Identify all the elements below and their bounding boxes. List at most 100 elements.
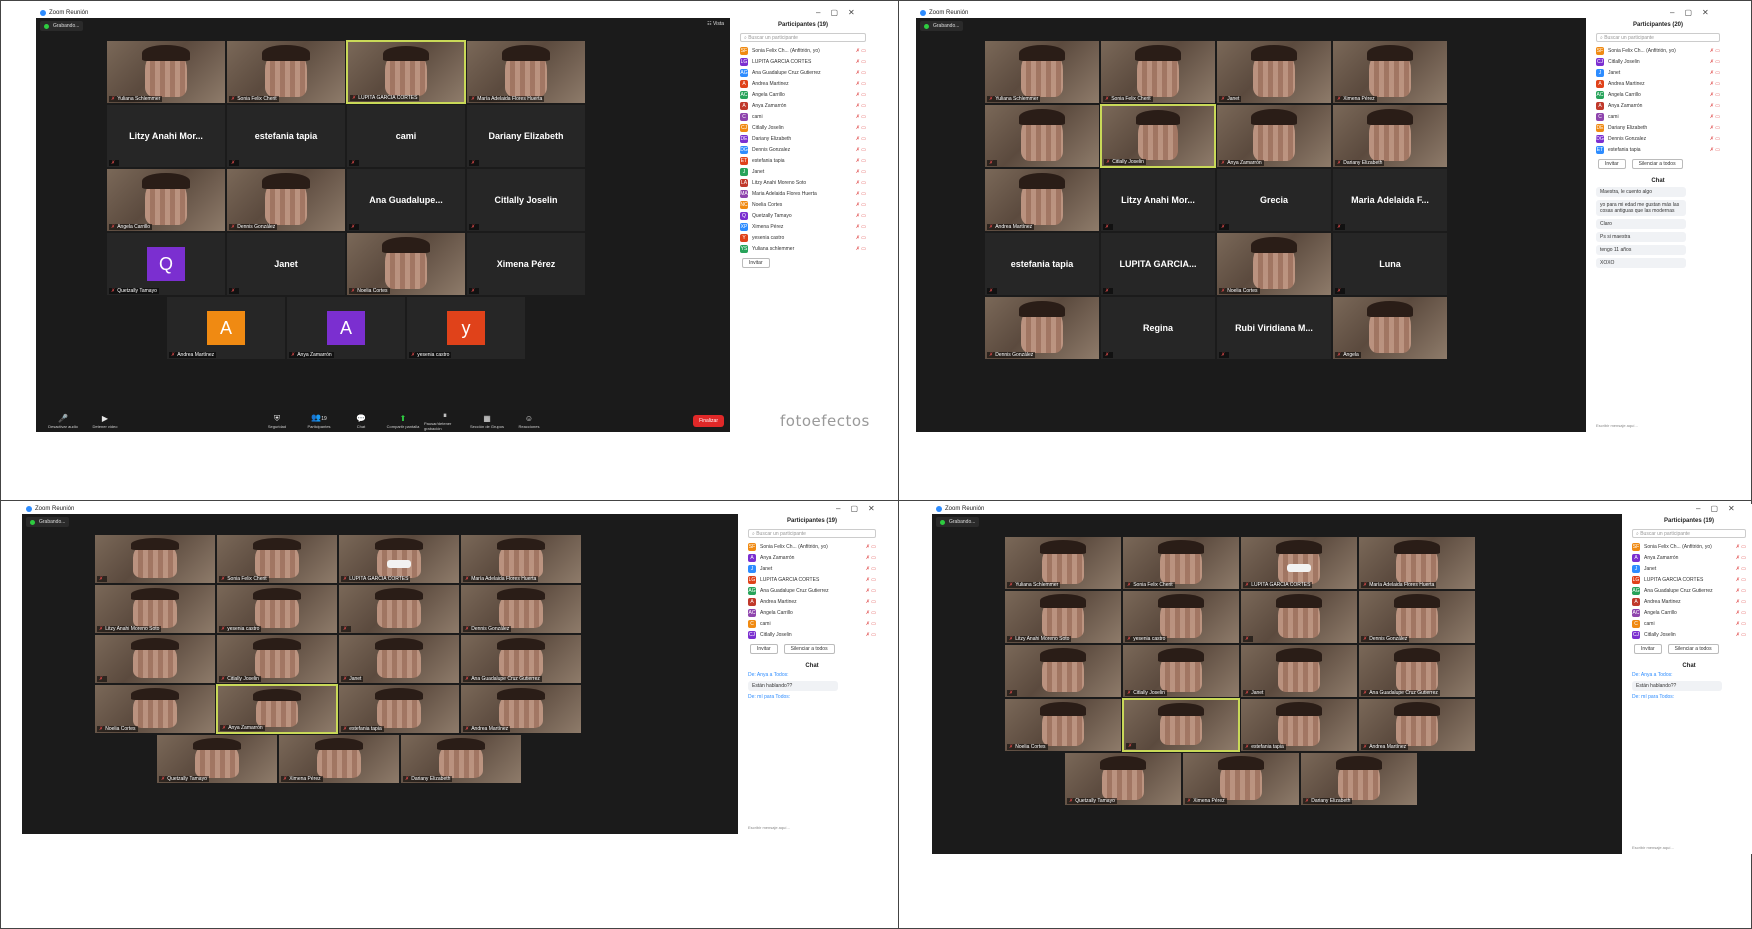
video-tile[interactable]: ✗ Dariany Elizabeth [1300,752,1418,806]
participant-search-input[interactable]: ⌕ Buscar un participante [748,529,876,538]
video-tile[interactable]: ✗ Ximena Pérez [278,734,400,784]
video-tile[interactable]: ✗ LUPITA GARCIA CORTES [338,534,460,584]
video-tile[interactable]: ✗ Citlally Joselin [1100,104,1216,168]
participant-row[interactable]: DE Dariany Elizabeth ✗ ▭ [1590,122,1726,133]
video-tile[interactable]: ✗ Andrea Martínez [984,168,1100,232]
video-tile[interactable]: ✗ María Adelaida Flores Huerta [460,534,582,584]
video-tile[interactable]: LUPITA GARCIA... ✗ [1100,232,1216,296]
video-tile[interactable]: Citlally Joselin ✗ [466,168,586,232]
participant-row[interactable]: XP Ximena Pérez ✗ ▭ [734,221,872,232]
video-tile[interactable]: ✗ Dariany Elizabeth [400,734,522,784]
muted-mic-icon[interactable]: ✗ ▭ [1736,555,1746,561]
participant-row[interactable]: YS Yuliana schlemmer ✗ ▭ [734,243,872,254]
video-tile[interactable]: ✗ Sonia Felix Cherit [1100,40,1216,104]
muted-mic-icon[interactable]: ✗ ▭ [1736,566,1746,572]
video-tile[interactable]: ✗ Dennis González [1358,590,1476,644]
video-tile[interactable]: ✗ LUPITA GARCIA CORTES [1240,536,1358,590]
video-tile[interactable]: cami ✗ [346,104,466,168]
video-tile[interactable]: ✗ Noelia Cortes [94,684,216,734]
participant-row[interactable]: ET estefania tapia ✗ ▭ [734,155,872,166]
video-tile[interactable]: ✗ Angela Carrillo [106,168,226,232]
participant-search-input[interactable]: ⌕ Buscar un participante [740,33,866,42]
security-button[interactable]: ⛨ Seguridad [256,414,298,429]
muted-mic-icon[interactable]: ✗ ▭ [856,224,866,230]
muted-mic-icon[interactable]: ✗ ▭ [1736,621,1746,627]
muted-mic-icon[interactable]: ✗ ▭ [866,577,876,583]
record-button[interactable]: ⏸ Pausar/detener grabación [424,411,466,431]
muted-mic-icon[interactable]: ✗ ▭ [866,566,876,572]
muted-mic-icon[interactable]: ✗ ▭ [1736,577,1746,583]
video-tile[interactable]: ✗ Quetzally Tamayo [156,734,278,784]
muted-mic-icon[interactable]: ✗ ▭ [1710,48,1720,54]
video-tile[interactable]: y ✗ yesenia castro [406,296,526,360]
video-tile[interactable]: A ✗ Andrea Martínez [166,296,286,360]
participant-row[interactable]: DG Dennis Gonzalez ✗ ▭ [734,144,872,155]
participant-row[interactable]: DE Dariany Elizabeth ✗ ▭ [734,133,872,144]
video-tile[interactable]: ✗ Noelia Cortes [1216,232,1332,296]
participant-row[interactable]: SF Sonia Felix Ch... (Anfitrión, yo) ✗ ▭ [1626,541,1752,552]
muted-mic-icon[interactable]: ✗ ▭ [856,59,866,65]
participant-row[interactable]: AC Angela Carrillo ✗ ▭ [734,89,872,100]
muted-mic-icon[interactable]: ✗ ▭ [856,246,866,252]
muted-mic-icon[interactable]: ✗ ▭ [866,610,876,616]
muted-mic-icon[interactable]: ✗ ▭ [856,191,866,197]
end-meeting-button[interactable]: Finalizar [693,415,724,427]
muted-mic-icon[interactable]: ✗ ▭ [856,103,866,109]
video-tile[interactable]: ✗ Janet [1240,644,1358,698]
muted-mic-icon[interactable]: ✗ ▭ [856,70,866,76]
video-tile[interactable]: ✗ Anya Zamarrón [1216,104,1332,168]
mute-all-button[interactable]: Silenciar a todos [783,644,835,654]
muted-mic-icon[interactable]: ✗ ▭ [856,125,866,131]
video-tile[interactable]: ✗ [94,534,216,584]
participant-search-input[interactable]: ⌕ Buscar un participante [1632,529,1746,538]
participant-row[interactable]: J Janet ✗ ▭ [742,563,882,574]
video-tile[interactable]: ✗ María Adelaida Flores Huerta [466,40,586,104]
participant-row[interactable]: SF Sonia Felix Ch... (Anfitrión, yo) ✗ ▭ [734,45,872,56]
muted-mic-icon[interactable]: ✗ ▭ [866,621,876,627]
muted-mic-icon[interactable]: ✗ ▭ [856,92,866,98]
video-tile[interactable]: Dariany Elizabeth ✗ [466,104,586,168]
muted-mic-icon[interactable]: ✗ ▭ [856,202,866,208]
participant-row[interactable]: J Janet ✗ ▭ [1590,67,1726,78]
video-tile[interactable]: ✗ Citlally Joselin [216,634,338,684]
muted-mic-icon[interactable]: ✗ ▭ [856,158,866,164]
video-tile[interactable]: ✗ [1122,698,1240,752]
muted-mic-icon[interactable]: ✗ ▭ [856,81,866,87]
reactions-button[interactable]: ☺ Reacciones [508,414,550,429]
muted-mic-icon[interactable]: ✗ ▭ [1736,632,1746,638]
participant-row[interactable]: J Janet ✗ ▭ [1626,563,1752,574]
video-tile[interactable]: ✗ LUPITA GARCIA CORTES [346,40,466,104]
video-tile[interactable]: Regina ✗ [1100,296,1216,360]
video-tile[interactable]: ✗ Dariany Elizabeth [1332,104,1448,168]
participant-row[interactable]: SF Sonia Felix Ch... (Anfitrión, yo) ✗ ▭ [1590,45,1726,56]
video-tile[interactable]: Litzy Anahi Mor... ✗ [1100,168,1216,232]
video-tile[interactable]: ✗ yesenia castro [1122,590,1240,644]
participant-row[interactable]: A Anya Zamarrón ✗ ▭ [742,552,882,563]
video-tile[interactable]: ✗ Noelia Cortes [346,232,466,296]
participant-row[interactable]: LG LUPITA GARCIA CORTES ✗ ▭ [734,56,872,67]
muted-mic-icon[interactable]: ✗ ▭ [856,136,866,142]
mute-all-button[interactable]: Silenciar a todos [1631,159,1683,169]
invite-button[interactable]: Invitar [750,644,778,654]
muted-mic-icon[interactable]: ✗ ▭ [1736,610,1746,616]
muted-mic-icon[interactable]: ✗ ▭ [1710,59,1720,65]
video-tile[interactable]: ✗ [94,634,216,684]
video-tile[interactable]: ✗ Janet [338,634,460,684]
video-tile[interactable]: ✗ Ximena Pérez [1182,752,1300,806]
video-tile[interactable]: ✗ Yuliana Schlemmer [106,40,226,104]
participant-row[interactable]: CJ Citlally Joselin ✗ ▭ [1626,629,1752,640]
video-button[interactable]: ▶ Detener video [84,414,126,429]
video-tile[interactable]: ✗ Yuliana Schlemmer [1004,536,1122,590]
invite-button[interactable]: Invitar [1598,159,1626,169]
muted-mic-icon[interactable]: ✗ ▭ [1736,588,1746,594]
muted-mic-icon[interactable]: ✗ ▭ [1710,70,1720,76]
video-tile[interactable]: ✗ Dennis González [226,168,346,232]
video-tile[interactable]: ✗ Ana Guadalupe Cruz Gutierrez [1358,644,1476,698]
video-tile[interactable]: ✗ Noelia Cortes [1004,698,1122,752]
video-tile[interactable]: Luna ✗ [1332,232,1448,296]
muted-mic-icon[interactable]: ✗ ▭ [856,147,866,153]
video-tile[interactable]: ✗ Dennis González [460,584,582,634]
participant-row[interactable]: ET estefania tapia ✗ ▭ [1590,144,1726,155]
view-button[interactable]: ☷ Vista [707,21,724,27]
chat-input[interactable]: Escribir mensaje aquí... [742,825,882,830]
